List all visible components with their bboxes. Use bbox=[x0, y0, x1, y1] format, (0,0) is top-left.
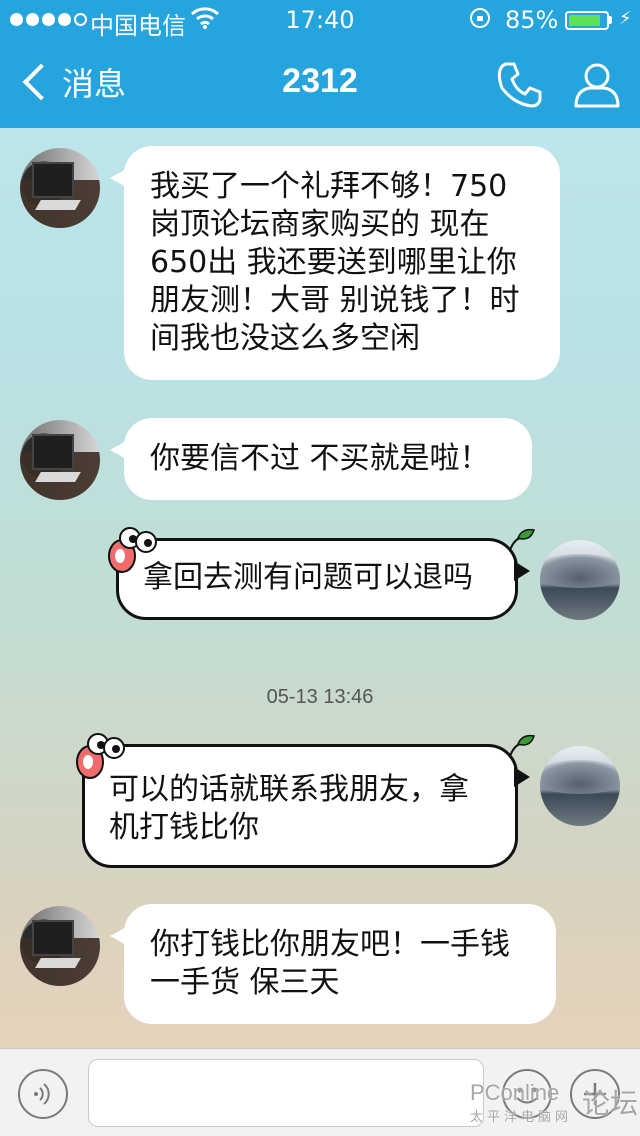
leaf-icon bbox=[509, 734, 535, 757]
top-bar: 中国电信 17:40 85% ⚡ 消息 2312 bbox=[0, 0, 640, 128]
plus-button[interactable] bbox=[570, 1069, 620, 1119]
message-text: 可以的话就联系我朋友，拿机打钱比你 bbox=[109, 772, 469, 845]
emoji-icon bbox=[516, 1087, 538, 1104]
person-icon[interactable] bbox=[570, 58, 624, 112]
message-text: 拿回去测有问题可以退吗 bbox=[143, 560, 473, 595]
battery-cap bbox=[609, 16, 612, 24]
plus-icon bbox=[584, 1083, 606, 1105]
voice-icon bbox=[34, 1083, 50, 1105]
contact-avatar[interactable] bbox=[20, 148, 100, 228]
charging-icon: ⚡ bbox=[619, 8, 632, 29]
message-text: 你打钱比你朋友吧！一手钱一手货 保三天 bbox=[150, 927, 510, 1000]
emoji-button[interactable] bbox=[502, 1069, 552, 1119]
message-text: 我买了一个礼拜不够！750岗顶论坛商家购买的 现在650出 我还要送到哪里让你朋… bbox=[150, 169, 520, 356]
cartoon-face-icon bbox=[108, 527, 157, 573]
message-input[interactable] bbox=[88, 1059, 484, 1127]
my-avatar[interactable] bbox=[540, 746, 620, 826]
my-message-bubble[interactable]: 可以的话就联系我朋友，拿机打钱比你 bbox=[82, 744, 530, 868]
my-message-bubble[interactable]: 拿回去测有问题可以退吗 bbox=[116, 538, 530, 620]
message-bubble[interactable]: 你打钱比你朋友吧！一手钱一手货 保三天 bbox=[110, 904, 556, 1024]
leaf-icon bbox=[509, 528, 535, 551]
battery-icon bbox=[565, 11, 609, 30]
battery-percent: 85% bbox=[505, 6, 559, 34]
my-avatar[interactable] bbox=[540, 540, 620, 620]
phone-icon[interactable] bbox=[492, 58, 546, 112]
rotation-lock-icon bbox=[470, 8, 490, 28]
cartoon-face-icon bbox=[76, 733, 125, 779]
message-timestamp: 05-13 13:46 bbox=[266, 686, 374, 708]
message-bubble[interactable]: 我买了一个礼拜不够！750岗顶论坛商家购买的 现在650出 我还要送到哪里让你朋… bbox=[110, 146, 560, 380]
message-text: 你要信不过 不买就是啦！ bbox=[150, 441, 490, 476]
contact-avatar[interactable] bbox=[20, 906, 100, 986]
contact-avatar[interactable] bbox=[20, 420, 100, 500]
input-bar bbox=[0, 1048, 640, 1136]
voice-button[interactable] bbox=[18, 1069, 68, 1119]
status-bar: 中国电信 17:40 85% ⚡ bbox=[0, 0, 640, 40]
message-bubble[interactable]: 你要信不过 不买就是啦！ bbox=[110, 418, 532, 500]
nav-bar: 消息 2312 bbox=[0, 40, 640, 128]
